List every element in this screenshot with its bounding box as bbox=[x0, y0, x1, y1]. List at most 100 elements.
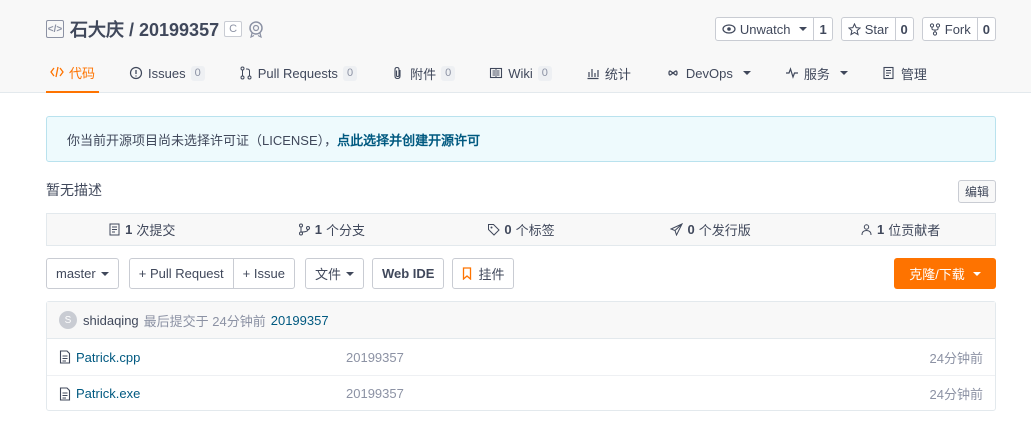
tab-label: Issues bbox=[148, 65, 186, 81]
eye-icon bbox=[722, 24, 736, 34]
fork-text: Fork bbox=[944, 21, 971, 37]
releases-stat[interactable]: 0 个发行版 bbox=[616, 214, 806, 245]
manage-icon bbox=[883, 66, 894, 80]
issue-icon bbox=[129, 66, 143, 80]
repo-tabs: 代码 Issues 0 Pull Requests 0 附件 0 Wiki 0 … bbox=[46, 53, 957, 93]
tab-label: 附件 bbox=[410, 66, 437, 82]
star-button[interactable]: Star 0 bbox=[840, 17, 914, 41]
fork-label[interactable]: Fork bbox=[923, 18, 977, 40]
repo-title-row: </> 石大庆 / 20199357 C bbox=[46, 16, 265, 42]
tab-count-badge: 0 bbox=[537, 65, 552, 81]
tab-label: Wiki bbox=[508, 65, 533, 81]
pendant-button[interactable]: 挂件 bbox=[452, 258, 515, 289]
file-row: Patrick.cpp 20199357 24分钟前 bbox=[47, 339, 995, 375]
clone-label: 克隆/下载 bbox=[909, 267, 965, 282]
license-notice: 你当前开源项目尚未选择许可证（LICENSE）， 点此选择并创建开源许可 bbox=[46, 116, 996, 162]
service-icon bbox=[785, 67, 798, 79]
fork-count[interactable]: 0 bbox=[976, 18, 995, 40]
tab-manage[interactable]: 管理 bbox=[878, 53, 931, 93]
file-list: S shidaqing 最后提交于 24分钟前 20199357 Patrick… bbox=[46, 301, 996, 411]
attachment-icon bbox=[394, 66, 401, 80]
file-row: Patrick.exe 20199357 24分钟前 bbox=[47, 375, 995, 411]
pull-request-icon bbox=[240, 66, 252, 80]
commit-message[interactable]: 20199357 bbox=[271, 313, 329, 328]
web-ide-label: Web IDE bbox=[381, 266, 435, 281]
repo-description: 暂无描述 bbox=[46, 182, 102, 198]
star-icon bbox=[847, 22, 861, 36]
tab-pull-requests[interactable]: Pull Requests 0 bbox=[235, 53, 361, 93]
tab-label: 统计 bbox=[604, 66, 631, 82]
license-notice-text: 你当前开源项目尚未选择许可证（LICENSE）， bbox=[67, 132, 338, 148]
pendant-label: 挂件 bbox=[478, 267, 505, 282]
tab-label: 代码 bbox=[69, 65, 96, 81]
watch-button[interactable]: Unwatch 1 bbox=[714, 17, 833, 41]
commits-label: 次提交 bbox=[136, 223, 176, 238]
file-icon bbox=[59, 386, 71, 401]
tags-count: 0 bbox=[504, 222, 512, 237]
branch-icon bbox=[298, 223, 310, 236]
tab-stats[interactable]: 统计 bbox=[582, 53, 635, 93]
branch-name: master bbox=[56, 266, 96, 281]
commit-icon bbox=[109, 223, 120, 236]
tab-attachments[interactable]: 附件 0 bbox=[387, 53, 459, 93]
releases-label: 个发行版 bbox=[698, 223, 751, 238]
tab-wiki[interactable]: Wiki 0 bbox=[485, 53, 556, 93]
commit-meta: 最后提交于 24分钟前 bbox=[143, 313, 266, 329]
tab-services[interactable]: 服务 bbox=[781, 53, 852, 93]
create-group: + Pull Request + Issue bbox=[128, 258, 295, 289]
watch-text: Unwatch bbox=[739, 21, 791, 37]
code-repo-icon: </> bbox=[46, 20, 64, 38]
clone-download-button[interactable]: 克隆/下载 bbox=[894, 258, 996, 289]
tab-devops[interactable]: DevOps bbox=[661, 53, 755, 93]
file-commit-message[interactable]: 20199357 bbox=[346, 386, 404, 401]
commit-author[interactable]: shidaqing bbox=[83, 313, 139, 328]
tab-count-badge: 0 bbox=[342, 65, 358, 81]
contributors-label: 位贡献者 bbox=[888, 223, 941, 238]
bookmark-icon bbox=[463, 267, 472, 280]
create-license-link[interactable]: 点此选择并创建开源许可 bbox=[337, 130, 480, 149]
devops-icon bbox=[668, 70, 678, 76]
watch-label[interactable]: Unwatch bbox=[716, 18, 814, 40]
file-menu-button[interactable]: 文件 bbox=[304, 258, 364, 289]
award-icon[interactable] bbox=[247, 20, 265, 38]
web-ide-button[interactable]: Web IDE bbox=[371, 258, 445, 289]
watch-count[interactable]: 1 bbox=[813, 18, 831, 40]
star-text: Star bbox=[864, 21, 889, 37]
file-commit-message[interactable]: 20199357 bbox=[346, 350, 404, 365]
contributors-icon bbox=[861, 224, 872, 236]
tab-code[interactable]: 代码 bbox=[46, 53, 100, 93]
tab-issues[interactable]: Issues 0 bbox=[125, 53, 209, 93]
repo-actions: Unwatch 1 Star 0 Fork 0 bbox=[714, 17, 996, 41]
commits-stat[interactable]: 1 次提交 bbox=[47, 214, 237, 245]
file-menu-label: 文件 bbox=[314, 267, 341, 282]
edit-description-button[interactable]: 编辑 bbox=[957, 180, 996, 203]
star-label[interactable]: Star bbox=[842, 18, 895, 40]
fork-icon bbox=[929, 22, 940, 36]
chevron-down-icon bbox=[345, 271, 354, 276]
release-icon bbox=[670, 223, 684, 236]
contributors-stat[interactable]: 1 位贡献者 bbox=[805, 214, 995, 245]
branches-count: 1 bbox=[314, 222, 322, 237]
file-name[interactable]: Patrick.exe bbox=[76, 386, 346, 401]
fork-button[interactable]: Fork 0 bbox=[921, 17, 996, 41]
tab-label: 服务 bbox=[803, 66, 830, 82]
chevron-down-icon bbox=[742, 71, 751, 75]
branch-select[interactable]: master bbox=[46, 258, 119, 289]
avatar[interactable]: S bbox=[59, 311, 77, 329]
tab-label: 管理 bbox=[900, 66, 927, 82]
language-badge[interactable]: C bbox=[224, 21, 243, 37]
commits-count: 1 bbox=[125, 222, 133, 237]
repo-title[interactable]: 石大庆 / 20199357 bbox=[70, 16, 219, 42]
tab-count-badge: 0 bbox=[441, 65, 456, 81]
branches-stat[interactable]: 1 个分支 bbox=[237, 214, 427, 245]
new-pull-request-button[interactable]: + Pull Request bbox=[130, 259, 233, 288]
file-commit-time: 24分钟前 bbox=[929, 350, 983, 366]
repo-stats-bar: 1 次提交 1 个分支 0 个标签 0 个发行版 1 位贡献者 bbox=[46, 213, 996, 246]
code-icon bbox=[50, 66, 64, 78]
new-issue-button[interactable]: + Issue bbox=[232, 259, 294, 288]
wiki-icon bbox=[490, 67, 503, 79]
star-count[interactable]: 0 bbox=[894, 18, 913, 40]
tags-stat[interactable]: 0 个标签 bbox=[426, 214, 616, 245]
chevron-down-icon bbox=[100, 271, 109, 276]
file-name[interactable]: Patrick.cpp bbox=[76, 350, 346, 365]
